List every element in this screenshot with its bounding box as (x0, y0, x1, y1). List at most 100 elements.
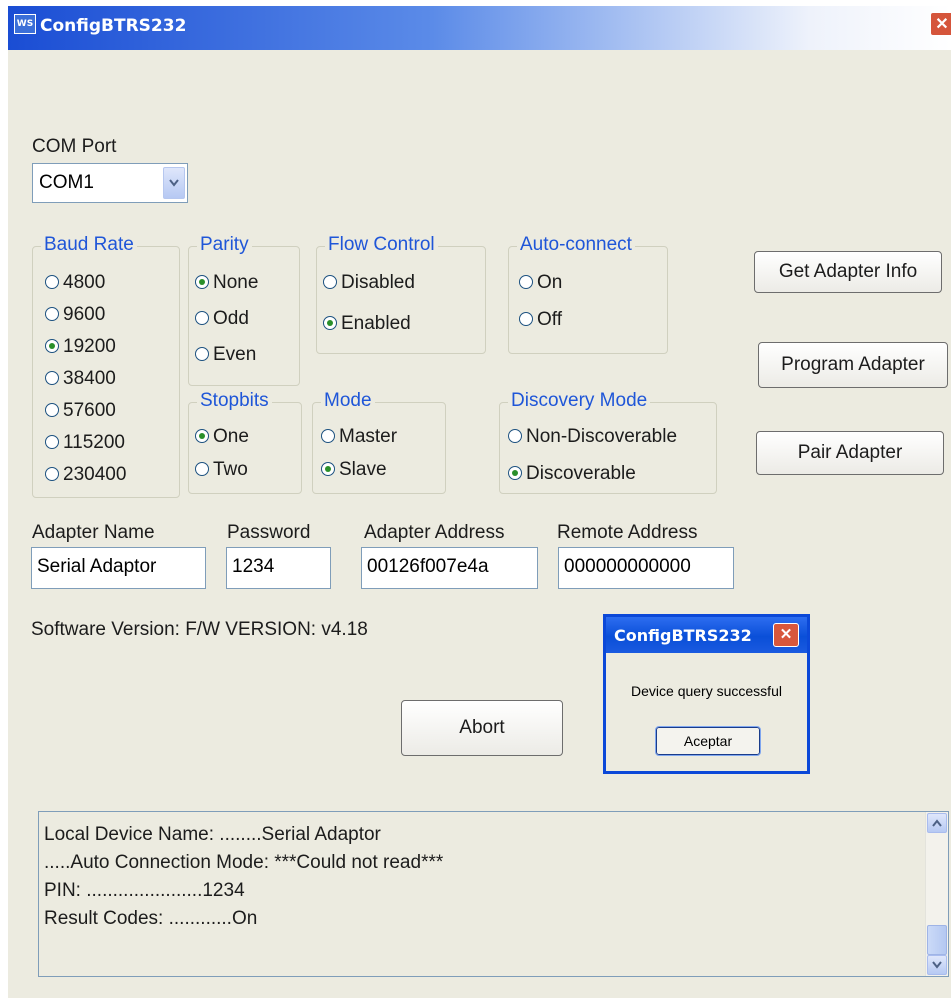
password-field[interactable]: 1234 (226, 547, 331, 589)
scroll-down-icon[interactable] (927, 955, 947, 975)
radio-button-icon (45, 403, 59, 417)
mode-radio-slave[interactable]: Slave (321, 459, 387, 481)
parity-option-label: Odd (213, 308, 249, 329)
parity-radio-odd[interactable]: Odd (195, 308, 249, 330)
radio-button-checked-icon (45, 339, 59, 353)
stopbits-radio-one[interactable]: One (195, 426, 249, 448)
radio-button-checked-icon (321, 462, 335, 476)
radio-button-icon (519, 312, 533, 326)
discovery-option-label: Non-Discoverable (526, 426, 678, 447)
pair-adapter-button[interactable]: Pair Adapter (756, 431, 944, 475)
flow-control-group: Flow Control Disabled Enabled (316, 234, 486, 354)
scrollbar-thumb[interactable] (927, 925, 947, 955)
discovery-mode-group: Discovery Mode Non-Discoverable Discover… (499, 390, 717, 494)
dialog-title: ConfigBTRS232 (614, 626, 752, 645)
log-line: Local Device Name: ........Serial Adapto… (44, 824, 381, 845)
baud-rate-title: Baud Rate (41, 234, 137, 256)
auto-connect-group: Auto-connect On Off (508, 234, 668, 354)
log-line: .....Auto Connection Mode: ***Could not … (44, 852, 444, 873)
password-label: Password (227, 522, 311, 543)
radio-button-icon (195, 462, 209, 476)
radio-button-icon (195, 311, 209, 325)
mode-radio-master[interactable]: Master (321, 426, 397, 448)
mode-group: Mode Master Slave (312, 390, 446, 494)
baud-radio-38400[interactable]: 38400 (45, 368, 116, 390)
stopbits-option-label: One (213, 426, 249, 447)
baud-option-label: 19200 (63, 336, 116, 357)
dialog-message: Device query successful (631, 683, 782, 699)
baud-option-label: 38400 (63, 368, 116, 389)
parity-option-label: Even (213, 344, 257, 365)
accept-button[interactable]: Aceptar (655, 726, 761, 756)
message-dialog: ConfigBTRS232 ✕ Device query successful … (603, 614, 810, 774)
parity-radio-none[interactable]: None (195, 272, 258, 294)
parity-radio-even[interactable]: Even (195, 344, 256, 366)
baud-radio-115200[interactable]: 115200 (45, 432, 125, 454)
baud-radio-19200[interactable]: 19200 (45, 336, 116, 358)
baud-radio-4800[interactable]: 4800 (45, 272, 105, 294)
close-icon[interactable]: ✕ (773, 623, 799, 647)
radio-button-icon (45, 275, 59, 289)
chevron-down-icon[interactable] (163, 167, 185, 199)
radio-button-checked-icon (508, 466, 522, 480)
dialog-title-bar[interactable]: ConfigBTRS232 ✕ (606, 617, 807, 653)
baud-option-label: 230400 (63, 464, 127, 485)
adapter-name-field[interactable]: Serial Adaptor (31, 547, 206, 589)
baud-option-label: 4800 (63, 272, 106, 293)
mode-option-label: Master (339, 426, 398, 447)
software-version-text: Software Version: F/W VERSION: v4.18 (31, 619, 368, 640)
log-line: Result Codes: ............On (44, 908, 258, 929)
discovery-option-label: Discoverable (526, 463, 636, 484)
baud-radio-57600[interactable]: 57600 (45, 400, 116, 422)
remote-address-field[interactable]: 000000000000 (558, 547, 734, 589)
stopbits-title: Stopbits (197, 390, 272, 412)
baud-radio-9600[interactable]: 9600 (45, 304, 105, 326)
vertical-scrollbar[interactable] (925, 812, 948, 976)
log-line: PIN: ......................1234 (44, 880, 245, 901)
title-bar[interactable]: WS ConfigBTRS232 ✕ (8, 6, 951, 50)
auto-connect-title: Auto-connect (517, 234, 635, 256)
com-port-select[interactable]: COM1 (32, 163, 188, 203)
scroll-up-icon[interactable] (927, 813, 947, 833)
discovery-radio-discoverable[interactable]: Discoverable (508, 463, 636, 485)
radio-button-icon (45, 307, 59, 321)
log-textarea[interactable]: Local Device Name: ........Serial Adapto… (38, 811, 949, 977)
discovery-radio-non-discoverable[interactable]: Non-Discoverable (508, 426, 677, 448)
baud-option-label: 115200 (63, 432, 125, 453)
auto-connect-radio-off[interactable]: Off (519, 309, 562, 331)
remote-address-label: Remote Address (557, 522, 698, 543)
radio-button-checked-icon (323, 316, 337, 330)
adapter-name-label: Adapter Name (32, 522, 155, 543)
radio-button-icon (195, 347, 209, 361)
auto-connect-radio-on[interactable]: On (519, 272, 562, 294)
app-icon: WS (14, 14, 36, 34)
main-window: WS ConfigBTRS232 ✕ COM Port COM1 Baud Ra… (8, 6, 951, 998)
radio-button-icon (508, 429, 522, 443)
auto-connect-option-label: Off (537, 309, 562, 330)
baud-radio-230400[interactable]: 230400 (45, 464, 126, 486)
flow-radio-disabled[interactable]: Disabled (323, 272, 415, 294)
adapter-address-label: Adapter Address (364, 522, 505, 543)
adapter-address-field[interactable]: 00126f007e4a (361, 547, 538, 589)
discovery-mode-title: Discovery Mode (508, 390, 651, 412)
radio-button-icon (45, 435, 59, 449)
radio-button-icon (45, 467, 59, 481)
abort-button[interactable]: Abort (401, 700, 563, 756)
get-adapter-info-button[interactable]: Get Adapter Info (754, 251, 942, 293)
radio-button-icon (323, 275, 337, 289)
program-adapter-button[interactable]: Program Adapter (758, 342, 948, 388)
com-port-label: COM Port (32, 136, 117, 157)
close-icon[interactable]: ✕ (930, 12, 951, 36)
flow-control-title: Flow Control (325, 234, 438, 256)
flow-radio-enabled[interactable]: Enabled (323, 313, 411, 335)
window-title: ConfigBTRS232 (40, 16, 187, 36)
stopbits-option-label: Two (213, 459, 248, 480)
baud-option-label: 57600 (63, 400, 116, 421)
stopbits-radio-two[interactable]: Two (195, 459, 248, 481)
parity-group: Parity None Odd Even (188, 234, 300, 386)
radio-button-icon (45, 371, 59, 385)
radio-button-checked-icon (195, 275, 209, 289)
auto-connect-option-label: On (537, 272, 563, 293)
baud-rate-group: Baud Rate 4800 9600 19200 38400 57600 11… (32, 234, 180, 498)
stopbits-group: Stopbits One Two (188, 390, 302, 494)
